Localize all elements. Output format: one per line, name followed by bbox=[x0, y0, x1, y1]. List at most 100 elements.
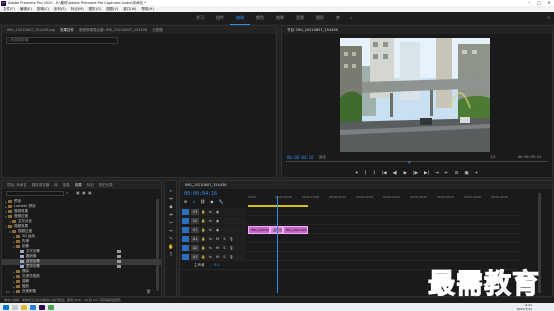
mark-out-button[interactable]: } bbox=[373, 171, 376, 176]
workspace-tab-assembly[interactable]: 组件 bbox=[210, 12, 230, 25]
track-name[interactable]: A2 bbox=[191, 245, 199, 251]
tab-markers[interactable]: 标记 bbox=[87, 183, 94, 188]
menu-clip[interactable]: 剪辑(C) bbox=[37, 7, 49, 12]
timeline-settings-icon[interactable]: 🔧 bbox=[218, 199, 223, 204]
solo-icon[interactable]: S bbox=[222, 245, 227, 251]
effects-search-input[interactable] bbox=[6, 191, 64, 196]
menu-file[interactable]: 文件(F) bbox=[3, 7, 15, 12]
type-tool-icon[interactable]: T bbox=[168, 253, 174, 259]
delete-icon[interactable]: 🗑 bbox=[146, 289, 151, 294]
source-patch-toggle[interactable] bbox=[182, 209, 189, 215]
lock-icon[interactable]: 🔒 bbox=[201, 209, 206, 215]
track-select-tool-icon[interactable]: ⇹ bbox=[168, 197, 174, 203]
program-quality-select[interactable]: 1/2 bbox=[490, 155, 496, 159]
mute-icon[interactable]: M bbox=[215, 245, 220, 251]
tab-source[interactable]: IMG_20210607_154436.jpg bbox=[7, 28, 55, 32]
program-time-ruler[interactable] bbox=[286, 161, 548, 162]
32bit-effects-icon[interactable]: ▣ bbox=[82, 190, 86, 195]
ripple-edit-tool-icon[interactable]: ◆ bbox=[168, 205, 174, 211]
menu-help[interactable]: 帮助(H) bbox=[141, 7, 153, 12]
button-editor-button[interactable]: + bbox=[475, 171, 479, 176]
track-name[interactable]: V2 bbox=[191, 218, 199, 224]
effects-scrollbar[interactable] bbox=[156, 199, 159, 291]
time-ruler[interactable]: 00:00 00:00:05:00 00:00:10:00 00:00:15:00 00… bbox=[248, 195, 518, 203]
eye-icon[interactable]: ◉ bbox=[215, 218, 220, 224]
go-to-out-button[interactable]: ▶| bbox=[424, 171, 429, 176]
microphone-icon[interactable]: 🎙 bbox=[229, 254, 234, 260]
sync-lock-icon[interactable]: ⇆ bbox=[208, 218, 213, 224]
workspace-tab-graphics[interactable]: 图形 bbox=[310, 12, 330, 25]
timeline-current-time[interactable]: 00:00:04:16 bbox=[184, 191, 217, 197]
eye-icon[interactable]: ◉ bbox=[215, 209, 220, 215]
lock-icon[interactable]: 🔒 bbox=[201, 236, 206, 242]
eye-icon[interactable]: ◉ bbox=[215, 227, 220, 233]
sync-lock-icon[interactable]: ⇆ bbox=[208, 209, 213, 215]
rate-stretch-tool-icon[interactable]: ⇼ bbox=[168, 213, 174, 219]
task-view-icon[interactable] bbox=[12, 304, 18, 310]
snap-icon[interactable]: ∩ bbox=[192, 199, 195, 204]
effects-tree-item[interactable]: ▸ 页面剥落 bbox=[2, 289, 161, 295]
track-name[interactable]: A3 bbox=[191, 254, 199, 260]
track-name[interactable]: V3 bbox=[191, 209, 199, 215]
sync-lock-icon[interactable]: ⇆ bbox=[208, 236, 213, 242]
menu-sequence[interactable]: 序列(S) bbox=[54, 7, 66, 12]
tab-sequence[interactable]: IMG_20210607_154436 bbox=[185, 183, 226, 187]
track-name[interactable]: A1 bbox=[191, 236, 199, 242]
taskbar-clock[interactable]: 9:41 2021/7/12 bbox=[517, 303, 532, 311]
go-to-in-button[interactable]: |◀ bbox=[382, 171, 387, 176]
menu-view[interactable]: 视图(V) bbox=[106, 7, 118, 12]
export-frame-button[interactable]: ⊡ bbox=[455, 171, 459, 176]
mute-icon[interactable]: M bbox=[215, 236, 220, 242]
video-clip[interactable]: IMG_20210607_154443.jpg bbox=[283, 226, 308, 234]
source-patch-toggle[interactable] bbox=[182, 218, 189, 224]
menu-window[interactable]: 窗口(W) bbox=[123, 7, 136, 12]
program-playhead-marker[interactable]: ▾ bbox=[408, 160, 411, 166]
program-zoom-select[interactable]: 适合 bbox=[319, 155, 326, 160]
workspace-tab-libraries[interactable]: 库 bbox=[330, 12, 346, 25]
sync-lock-icon[interactable]: ⇆ bbox=[208, 227, 213, 233]
source-patch-toggle[interactable] bbox=[182, 227, 189, 233]
selection-tool-icon[interactable]: ▸ bbox=[168, 189, 174, 195]
work-area-bar[interactable] bbox=[248, 205, 308, 207]
tab-project[interactable]: 项目: 未命名 bbox=[7, 183, 27, 188]
add-marker-icon[interactable]: ◆ bbox=[210, 199, 213, 204]
mute-icon[interactable]: M bbox=[215, 254, 220, 260]
extract-button[interactable]: ⇤ bbox=[445, 171, 449, 176]
add-marker-button[interactable]: ▾ bbox=[356, 171, 358, 176]
timeline-playhead[interactable] bbox=[277, 196, 278, 293]
workspace-tab-learn[interactable]: 学习 bbox=[190, 12, 210, 25]
video-clip[interactable]: IMG_20210607_154436.jpg bbox=[248, 226, 270, 234]
source-patch-toggle[interactable] bbox=[182, 254, 189, 260]
master-volume-value[interactable]: 0.0 bbox=[214, 263, 220, 267]
menu-graphics[interactable]: 图形(G) bbox=[89, 7, 101, 12]
browser-icon[interactable] bbox=[30, 304, 36, 310]
workspace-tab-editing[interactable]: 编辑 bbox=[230, 12, 250, 25]
file-explorer-icon[interactable] bbox=[21, 304, 27, 310]
step-forward-button[interactable]: |▶ bbox=[413, 171, 418, 176]
source-patch-toggle[interactable] bbox=[182, 236, 189, 242]
play-button[interactable]: ▶ bbox=[404, 171, 407, 176]
lock-icon[interactable]: 🔒 bbox=[201, 218, 206, 224]
slip-tool-icon[interactable]: ↔ bbox=[168, 229, 174, 235]
accelerated-effects-icon[interactable]: ▣ bbox=[76, 190, 80, 195]
microphone-icon[interactable]: 🎙 bbox=[229, 245, 234, 251]
tab-info[interactable]: 信息 bbox=[63, 183, 70, 188]
tab-audio-clip-mixer[interactable]: 音频剪辑混合器: IMG_20210607_154436 bbox=[79, 28, 147, 33]
menu-markers[interactable]: 标记(M) bbox=[71, 7, 84, 12]
lock-icon[interactable]: 🔒 bbox=[201, 245, 206, 251]
track-name[interactable]: V1 bbox=[191, 227, 199, 233]
tab-media-browser[interactable]: 媒体浏览器 bbox=[32, 183, 50, 188]
lift-button[interactable]: ⇥ bbox=[435, 171, 439, 176]
lock-icon[interactable]: 🔒 bbox=[201, 254, 206, 260]
sync-lock-icon[interactable]: ⇆ bbox=[208, 254, 213, 260]
start-icon[interactable] bbox=[3, 304, 9, 310]
new-bin-icon[interactable]: ▭ bbox=[6, 289, 10, 294]
lock-icon[interactable]: 🔒 bbox=[201, 227, 206, 233]
linked-selection-icon[interactable]: ⛓ bbox=[200, 199, 205, 204]
app-taskbar-icon[interactable] bbox=[48, 304, 54, 310]
yuv-effects-icon[interactable]: ▣ bbox=[88, 190, 92, 195]
tab-effect-controls[interactable]: 效果控件 bbox=[60, 28, 74, 33]
tab-libraries[interactable]: 库 bbox=[54, 183, 58, 188]
source-patch-toggle[interactable] bbox=[182, 245, 189, 251]
workspace-tab-audio[interactable]: 音频 bbox=[290, 12, 310, 25]
